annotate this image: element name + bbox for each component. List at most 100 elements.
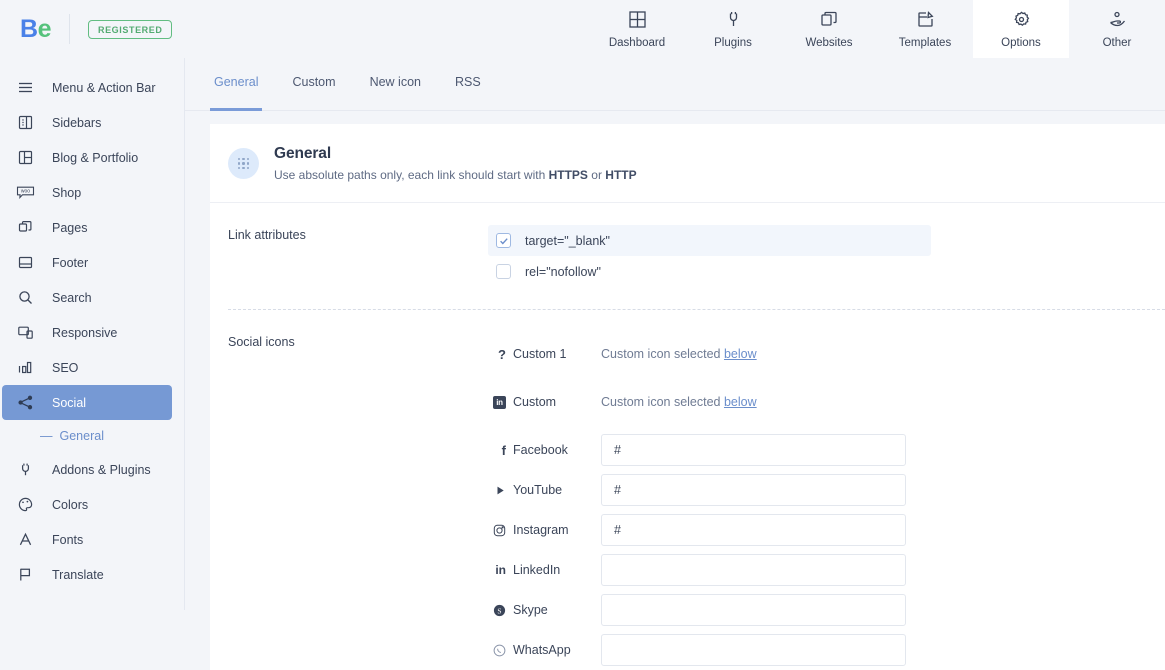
topnav-item-websites[interactable]: Websites (781, 0, 877, 58)
checkbox-rel-nofollow[interactable]: rel="nofollow" (488, 256, 931, 287)
topnav-item-dashboard[interactable]: Dashboard (589, 0, 685, 58)
topnav-item-templates[interactable]: Templates (877, 0, 973, 58)
sidebar-icon (14, 114, 36, 131)
sidebar-item-footer[interactable]: Footer (2, 245, 172, 280)
topnav-label: Templates (898, 37, 952, 49)
social-name: Facebook (513, 443, 568, 457)
whatsapp-icon (488, 644, 506, 657)
facebook-url-input[interactable] (601, 434, 906, 466)
sidebar-label: Responsive (52, 325, 118, 340)
share-icon (14, 394, 36, 411)
sidebar-label: Social (52, 395, 87, 410)
sidebar-label: Footer (52, 255, 89, 270)
sidebar-item-fonts[interactable]: Fonts (2, 522, 172, 557)
app-logo[interactable]: Be (20, 15, 51, 44)
pages-icon (14, 219, 36, 236)
flag-icon (14, 566, 36, 583)
custom-icon-note: Custom icon selected below (601, 395, 757, 409)
below-link[interactable]: below (724, 347, 757, 361)
social-name: Custom 1 (513, 347, 567, 361)
topnav-label: Dashboard (608, 37, 666, 49)
dots-grid-icon (228, 148, 259, 179)
bar-chart-icon (14, 359, 36, 376)
linkedin-url-input[interactable] (601, 554, 906, 586)
below-link[interactable]: below (724, 395, 757, 409)
sidebar-item-pages[interactable]: Pages (2, 210, 172, 245)
main-content: General Custom New icon RSS General Use … (185, 58, 1165, 670)
sidebar-subitem-general[interactable]: — General (0, 420, 184, 452)
svg-text:S: S (497, 606, 501, 615)
sidebar-item-seo[interactable]: SEO (2, 350, 172, 385)
linkedin-icon: in (495, 563, 506, 577)
status-badge: REGISTERED (87, 19, 173, 39)
sidebar-item-search[interactable]: Search (2, 280, 172, 315)
columns-icon (14, 149, 36, 166)
sidebar-label: Fonts (52, 532, 84, 547)
gear-icon (1011, 9, 1032, 30)
tab-rss[interactable]: RSS (451, 58, 485, 111)
skype-url-input[interactable] (601, 594, 906, 626)
sidebar-label: Blog & Portfolio (52, 150, 139, 165)
social-name: YouTube (513, 483, 563, 497)
instagram-icon (488, 524, 506, 537)
sidebar-label: Search (52, 290, 92, 305)
desc-pre: Use absolute paths only, each link shoul… (274, 168, 549, 182)
hamburger-icon (14, 79, 36, 96)
sidebar-label: Menu & Action Bar (52, 80, 156, 95)
plug-icon (723, 9, 744, 30)
link-attributes-label: Link attributes (228, 228, 306, 242)
link-attributes-row: Link attributes target="_blank" rel="nof… (210, 203, 1165, 287)
topnav-item-plugins[interactable]: Plugins (685, 0, 781, 58)
desc-http: HTTP (605, 168, 637, 182)
sidebar-label: Colors (52, 497, 89, 512)
question-mark-icon: ? (498, 346, 506, 362)
tab-bar: General Custom New icon RSS (185, 58, 1165, 111)
checkbox-label: target="_blank" (525, 233, 610, 248)
grid-icon (627, 9, 648, 30)
checkbox-target-blank[interactable]: target="_blank" (488, 225, 931, 256)
youtube-url-input[interactable] (601, 474, 906, 506)
tab-new-icon[interactable]: New icon (366, 58, 425, 111)
sidebar-item-responsive[interactable]: Responsive (2, 315, 172, 350)
top-navigation: Dashboard Plugins Websites Templates Opt… (589, 0, 1165, 58)
template-edit-icon (915, 9, 936, 30)
sidebar-item-colors[interactable]: Colors (2, 487, 172, 522)
sidebar-item-menu-action-bar[interactable]: Menu & Action Bar (2, 70, 172, 105)
subitem-label: General (59, 429, 104, 443)
sidebar-item-social[interactable]: Social (2, 385, 172, 420)
facebook-icon: f (501, 442, 506, 458)
social-name: WhatsApp (513, 643, 571, 657)
whatsapp-url-input[interactable] (601, 634, 906, 666)
social-row-facebook: f Facebook (488, 430, 1165, 470)
social-row-custom-1: ? Custom 1 Custom icon selected below (488, 334, 1165, 374)
instagram-url-input[interactable] (601, 514, 906, 546)
panel-header: General Use absolute paths only, each li… (210, 124, 1165, 203)
topnav-label: Options (1001, 37, 1041, 49)
plug-icon (14, 461, 36, 478)
sidebar-item-blog-portfolio[interactable]: Blog & Portfolio (2, 140, 172, 175)
tab-custom[interactable]: Custom (288, 58, 339, 111)
logo-b: B (20, 14, 38, 43)
sidebar-item-shop[interactable]: woo Shop (2, 175, 172, 210)
social-row-instagram: Instagram (488, 510, 1165, 550)
subitem-dash: — (40, 429, 53, 443)
sidebar-item-sidebars[interactable]: Sidebars (2, 105, 172, 140)
desc-or: or (587, 168, 606, 182)
checkbox-checked-icon (496, 233, 511, 248)
settings-panel: General Use absolute paths only, each li… (210, 124, 1165, 670)
hand-icon (1107, 9, 1128, 30)
brand-divider (68, 14, 70, 44)
font-icon (14, 531, 36, 548)
topnav-label: Websites (805, 37, 853, 49)
sidebar-item-translate[interactable]: Translate (2, 557, 172, 592)
topnav-item-other[interactable]: Other (1069, 0, 1165, 58)
panel-description: Use absolute paths only, each link shoul… (274, 168, 637, 182)
social-row-youtube: YouTube (488, 470, 1165, 510)
social-row-custom: in Custom Custom icon selected below (488, 382, 1165, 422)
sidebar-item-addons-plugins[interactable]: Addons & Plugins (2, 452, 172, 487)
panel-title: General (274, 145, 332, 162)
sidebar-label: Sidebars (52, 115, 102, 130)
topnav-item-options[interactable]: Options (973, 0, 1069, 58)
custom-icon-note: Custom icon selected below (601, 347, 757, 361)
tab-general[interactable]: General (210, 58, 263, 111)
